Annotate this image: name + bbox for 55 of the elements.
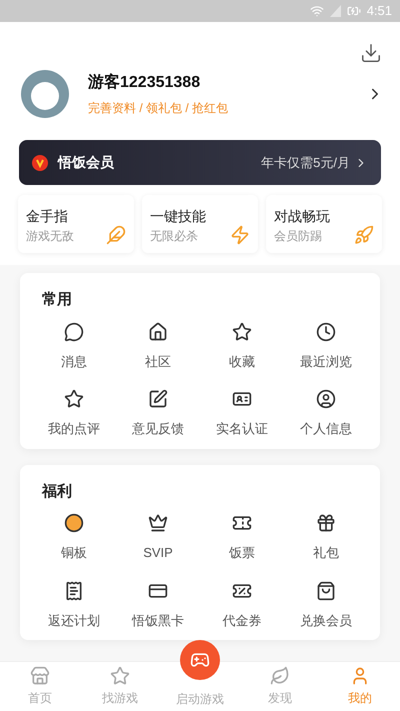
- grid-item-label[interactable]: SVIP: [143, 543, 173, 562]
- grid-item-label[interactable]: 饭票: [229, 543, 255, 562]
- grid-item-label[interactable]: 实名认证: [216, 419, 268, 438]
- grid-item-label[interactable]: 悟饭黑卡: [132, 610, 184, 630]
- signal-icon: [330, 5, 341, 17]
- feature-subtitle: 会员防踢: [274, 228, 323, 245]
- vip-title: 悟饭会员: [58, 153, 114, 172]
- feature-title: 金手指: [26, 207, 69, 226]
- feature-card[interactable]: 对战畅玩 会员防踢: [266, 195, 382, 253]
- grid-item-label[interactable]: 最近浏览: [300, 352, 352, 371]
- shop-icon: [30, 666, 50, 686]
- star-icon: [110, 666, 130, 686]
- crown-icon[interactable]: [148, 513, 168, 533]
- launch-game-button[interactable]: [180, 640, 220, 680]
- leaf-icon: [270, 666, 290, 686]
- grid-item-label[interactable]: 个人信息: [300, 419, 352, 438]
- feature-title: 一键技能: [150, 207, 206, 226]
- feature-subtitle: 游戏无敌: [26, 228, 74, 245]
- grid-item-label[interactable]: 礼包: [313, 543, 339, 562]
- star-icon[interactable]: [232, 322, 252, 342]
- battery-icon: [346, 4, 361, 18]
- grid-item-label[interactable]: 代金券: [222, 610, 262, 630]
- feature-card[interactable]: 一键技能 无限必杀: [142, 195, 258, 253]
- grid-item-label[interactable]: 我的点评: [48, 419, 100, 438]
- vip-banner[interactable]: 悟饭会员 年卡仅需5元/月: [19, 140, 381, 185]
- user-icon[interactable]: [316, 389, 336, 409]
- receipt-icon[interactable]: [64, 580, 84, 600]
- grid-item-label[interactable]: 兑换会员: [300, 610, 352, 630]
- grid-item-label[interactable]: 收藏: [229, 352, 255, 371]
- edit-icon[interactable]: [148, 389, 168, 409]
- chat-bubble-icon[interactable]: [64, 322, 84, 342]
- section-title: 福利: [40, 482, 73, 502]
- grid-item-label[interactable]: 消息: [61, 352, 87, 371]
- grid-item-label[interactable]: 意见反馈: [132, 419, 184, 438]
- feature-title: 对战畅玩: [274, 207, 330, 226]
- clock-icon[interactable]: [316, 322, 336, 342]
- wifi-icon: [310, 4, 324, 18]
- house-icon[interactable]: [148, 322, 168, 342]
- feature-card[interactable]: 金手指 游戏无敌: [18, 195, 134, 253]
- grid-item-label[interactable]: 返还计划: [48, 610, 100, 630]
- username: 游客122351388: [88, 72, 202, 93]
- coin-icon[interactable]: [64, 513, 84, 533]
- grid-item-label[interactable]: 铜板: [61, 543, 87, 562]
- grid-item-label[interactable]: 社区: [145, 352, 171, 371]
- vip-badge-icon: [32, 154, 48, 170]
- rocket-icon: [354, 225, 374, 245]
- lightning-icon: [230, 225, 250, 245]
- avatar[interactable]: [21, 70, 69, 118]
- download-icon[interactable]: [360, 42, 382, 64]
- star-icon[interactable]: [64, 389, 84, 409]
- vip-offer: 年卡仅需5元/月: [261, 154, 350, 172]
- bag-icon[interactable]: [316, 580, 336, 600]
- gift-icon[interactable]: [316, 513, 336, 533]
- feature-subtitle: 无限必杀: [150, 228, 199, 245]
- section-title: 常用: [41, 290, 73, 310]
